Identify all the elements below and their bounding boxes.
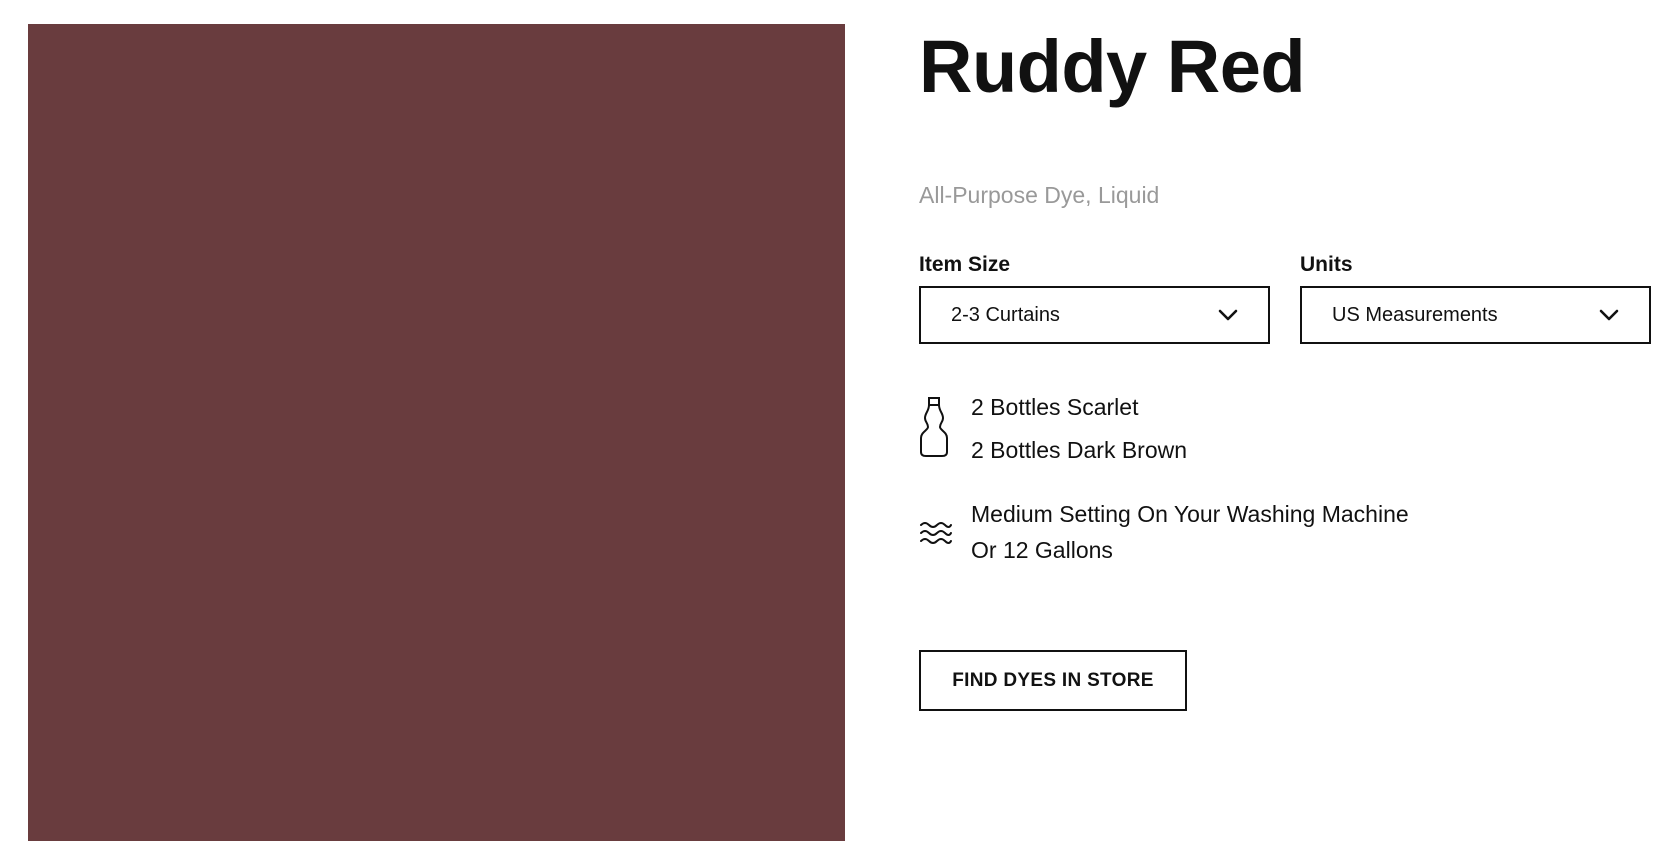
color-swatch — [28, 24, 845, 841]
water-setting-line: Or 12 Gallons — [971, 537, 1113, 563]
chevron-down-icon — [1599, 309, 1619, 321]
product-page: Ruddy Red All-Purpose Dye, Liquid Item S… — [0, 0, 1670, 862]
water-waves-icon — [920, 522, 952, 544]
product-subtitle: All-Purpose Dye, Liquid — [919, 182, 1160, 208]
recipe-item: 2 Bottles Scarlet — [971, 394, 1139, 420]
chevron-down-icon — [1218, 309, 1238, 321]
product-title: Ruddy Red — [919, 25, 1306, 108]
find-dyes-in-store-button[interactable]: FIND DYES IN STORE — [919, 650, 1187, 711]
units-value: US Measurements — [1332, 303, 1498, 326]
units-label: Units — [1300, 253, 1353, 276]
recipe-item: 2 Bottles Dark Brown — [971, 437, 1188, 463]
item-size-select[interactable]: 2-3 Curtains — [919, 286, 1270, 344]
bottle-icon — [920, 397, 948, 457]
item-size-value: 2-3 Curtains — [951, 303, 1060, 326]
item-size-label: Item Size — [919, 253, 1011, 276]
units-select[interactable]: US Measurements — [1300, 286, 1651, 344]
water-setting-line: Medium Setting On Your Washing Machine — [971, 501, 1409, 527]
